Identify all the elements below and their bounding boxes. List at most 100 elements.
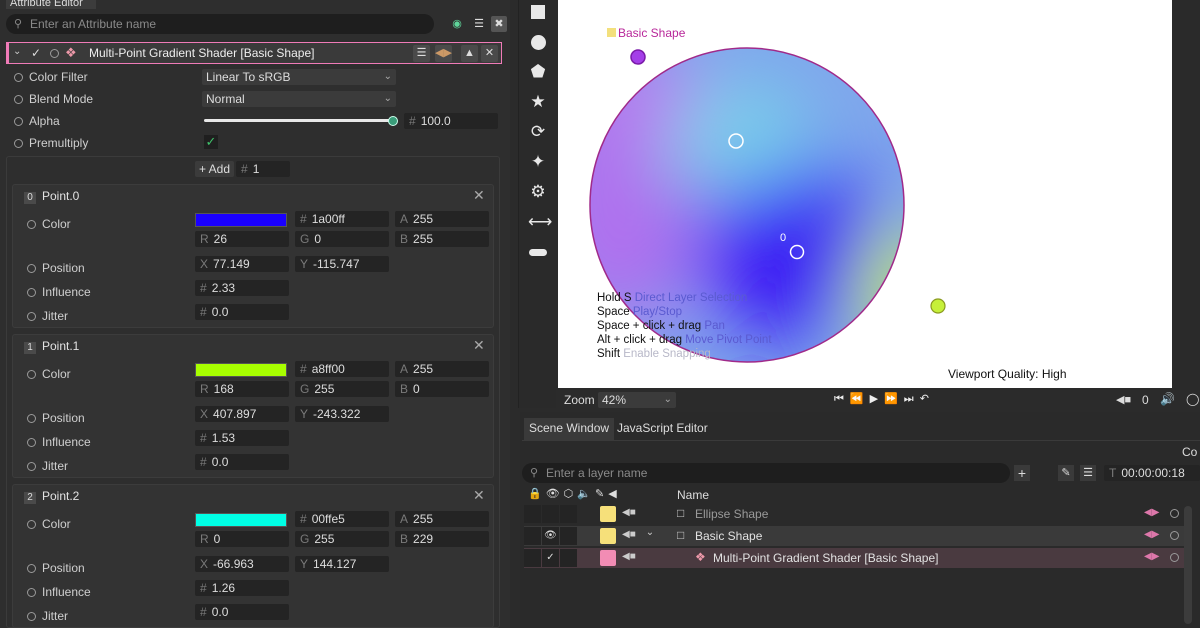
position-anim-radio[interactable]: [27, 564, 36, 573]
solo-toggle[interactable]: [560, 549, 577, 567]
blend-mode-dropdown[interactable]: Normal ⌄: [202, 91, 396, 107]
jitter-anim-radio[interactable]: [27, 312, 36, 321]
layer-solo-radio-icon[interactable]: [1170, 531, 1179, 540]
lock-toggle[interactable]: [524, 505, 541, 523]
pen-icon[interactable]: ✎: [595, 488, 608, 500]
layer-color-swatch[interactable]: [600, 550, 616, 566]
go-end-icon[interactable]: ⏭: [904, 393, 920, 405]
chat-icon[interactable]: ◯: [1186, 392, 1199, 406]
jitter-anim-radio[interactable]: [27, 462, 36, 471]
solo-toggle[interactable]: [560, 505, 577, 523]
point-count-field[interactable]: #1: [236, 161, 290, 177]
zoom-dropdown[interactable]: 42% ⌄: [598, 392, 676, 408]
polygon-tool-icon[interactable]: ⬟: [528, 62, 548, 82]
position-anim-radio[interactable]: [27, 264, 36, 273]
layer-color-swatch[interactable]: [600, 528, 616, 544]
layer-solo-radio-icon[interactable]: [1170, 509, 1179, 518]
color-anim-radio[interactable]: [27, 520, 36, 529]
position-anim-radio[interactable]: [27, 414, 36, 423]
lock-toggle[interactable]: [524, 549, 541, 567]
remove-point-icon[interactable]: ✕: [473, 187, 485, 204]
eye-icon[interactable]: 👁: [546, 488, 564, 500]
enable-check-icon[interactable]: ✓: [31, 46, 41, 60]
visibility-toggle[interactable]: [542, 505, 559, 523]
jitter-anim-radio[interactable]: [27, 612, 36, 621]
color-filter-dropdown[interactable]: Linear To sRGB ⌄: [202, 69, 396, 85]
alpha-anim-radio[interactable]: [14, 117, 23, 126]
keyframe-nav-icon[interactable]: ◀▶: [1144, 529, 1159, 540]
lock-icon[interactable]: 🔒: [528, 488, 546, 500]
keyframe-icon[interactable]: ◀■: [1116, 393, 1131, 406]
blue-field[interactable]: B 229: [395, 531, 489, 547]
red-field[interactable]: R 26: [195, 231, 289, 247]
sparkle-tool-icon[interactable]: ✦: [528, 152, 548, 172]
blue-field[interactable]: B 255: [395, 231, 489, 247]
go-start-icon[interactable]: ⏮: [834, 393, 850, 405]
hex-field[interactable]: # a8ff00: [295, 361, 389, 377]
pick-icon[interactable]: ◉: [449, 16, 465, 32]
position-x-field[interactable]: X 77.149: [195, 256, 289, 272]
ellipse-tool-icon[interactable]: [528, 32, 548, 52]
hex-field[interactable]: #1a00ff: [295, 211, 389, 227]
pin-icon[interactable]: ▲: [461, 45, 478, 62]
expand-chevron-icon[interactable]: ⌄: [642, 527, 658, 543]
collapse-chevron-icon[interactable]: ⌄: [13, 46, 21, 57]
premultiply-anim-radio[interactable]: [14, 139, 23, 148]
jitter-field[interactable]: #0.0: [195, 604, 289, 620]
green-field[interactable]: G 255: [295, 531, 389, 547]
position-x-field[interactable]: X 407.897: [195, 406, 289, 422]
remove-point-icon[interactable]: ✕: [473, 337, 485, 354]
loop-icon[interactable]: ↶: [920, 393, 935, 405]
arc-tool-icon[interactable]: ⟳: [528, 122, 548, 142]
line-tool-icon[interactable]: ⟷: [528, 212, 552, 232]
alpha-slider-handle[interactable]: [388, 116, 398, 126]
position-x-field[interactable]: X -66.963: [195, 556, 289, 572]
gradient-handle-purple[interactable]: [630, 49, 646, 65]
remove-shader-icon[interactable]: ✕: [481, 45, 498, 62]
layer-search-input[interactable]: ⚲ Enter a layer name: [522, 463, 1010, 483]
gear-tool-icon[interactable]: ⚙: [528, 182, 548, 202]
green-field[interactable]: G0: [295, 231, 389, 247]
capsule-tool-icon[interactable]: [528, 242, 548, 262]
play-icon[interactable]: ▶: [870, 393, 884, 405]
shader-header[interactable]: ⌄ ✓ ❖ Multi-Point Gradient Shader [Basic…: [6, 42, 502, 64]
time-field[interactable]: T 00:00:00:18: [1104, 465, 1200, 481]
influence-anim-radio[interactable]: [27, 588, 36, 597]
gradient-handle-green[interactable]: [930, 298, 946, 314]
layer-solo-radio-icon[interactable]: [1170, 553, 1179, 562]
layer-color-swatch[interactable]: [600, 506, 616, 522]
green-field[interactable]: G 255: [295, 381, 389, 397]
influence-field[interactable]: #2.33: [195, 280, 289, 296]
color-anim-radio[interactable]: [27, 370, 36, 379]
solo-radio-icon[interactable]: [50, 49, 59, 58]
premultiply-checkbox[interactable]: ✓: [204, 135, 218, 149]
audio-icon[interactable]: 🔈: [577, 488, 595, 500]
influence-field[interactable]: #1.53: [195, 430, 289, 446]
alpha-slider[interactable]: [204, 119, 394, 122]
alpha-field[interactable]: #100.0: [404, 113, 498, 129]
influence-anim-radio[interactable]: [27, 288, 36, 297]
layer-row[interactable]: 👁 ◀■ ⌄ □ Basic Shape ◀▶: [524, 526, 1184, 546]
remove-point-icon[interactable]: ✕: [473, 487, 485, 504]
position-y-field[interactable]: Y -115.747: [295, 256, 389, 272]
step-forward-icon[interactable]: ⏩: [884, 393, 904, 405]
alpha-channel-field[interactable]: A 255: [395, 511, 489, 527]
viewport-canvas[interactable]: Basic Shape 0 Hold S Direct Layer Select…: [558, 0, 1172, 388]
step-back-icon[interactable]: ⏪: [850, 393, 870, 405]
red-field[interactable]: R 168: [195, 381, 289, 397]
layer-settings-icon[interactable]: ☰: [1080, 465, 1096, 481]
point-color-swatch[interactable]: [195, 513, 287, 527]
cube-icon[interactable]: ⬡: [564, 488, 578, 500]
point-color-swatch[interactable]: [195, 213, 287, 227]
alpha-channel-field[interactable]: A 255: [395, 361, 489, 377]
hex-field[interactable]: #00ffe5: [295, 511, 389, 527]
position-y-field[interactable]: Y 144.127: [295, 556, 389, 572]
layer-scrollbar[interactable]: [1184, 506, 1192, 624]
tab-javascript-editor[interactable]: JavaScript Editor: [612, 418, 713, 440]
red-field[interactable]: R0: [195, 531, 289, 547]
color-filter-anim-radio[interactable]: [14, 73, 23, 82]
solo-toggle[interactable]: [560, 527, 577, 545]
keyframe-nav-icon[interactable]: ◀▶: [1144, 551, 1159, 562]
clear-icon[interactable]: ✖: [491, 16, 507, 32]
visibility-toggle[interactable]: ✓: [542, 549, 559, 567]
